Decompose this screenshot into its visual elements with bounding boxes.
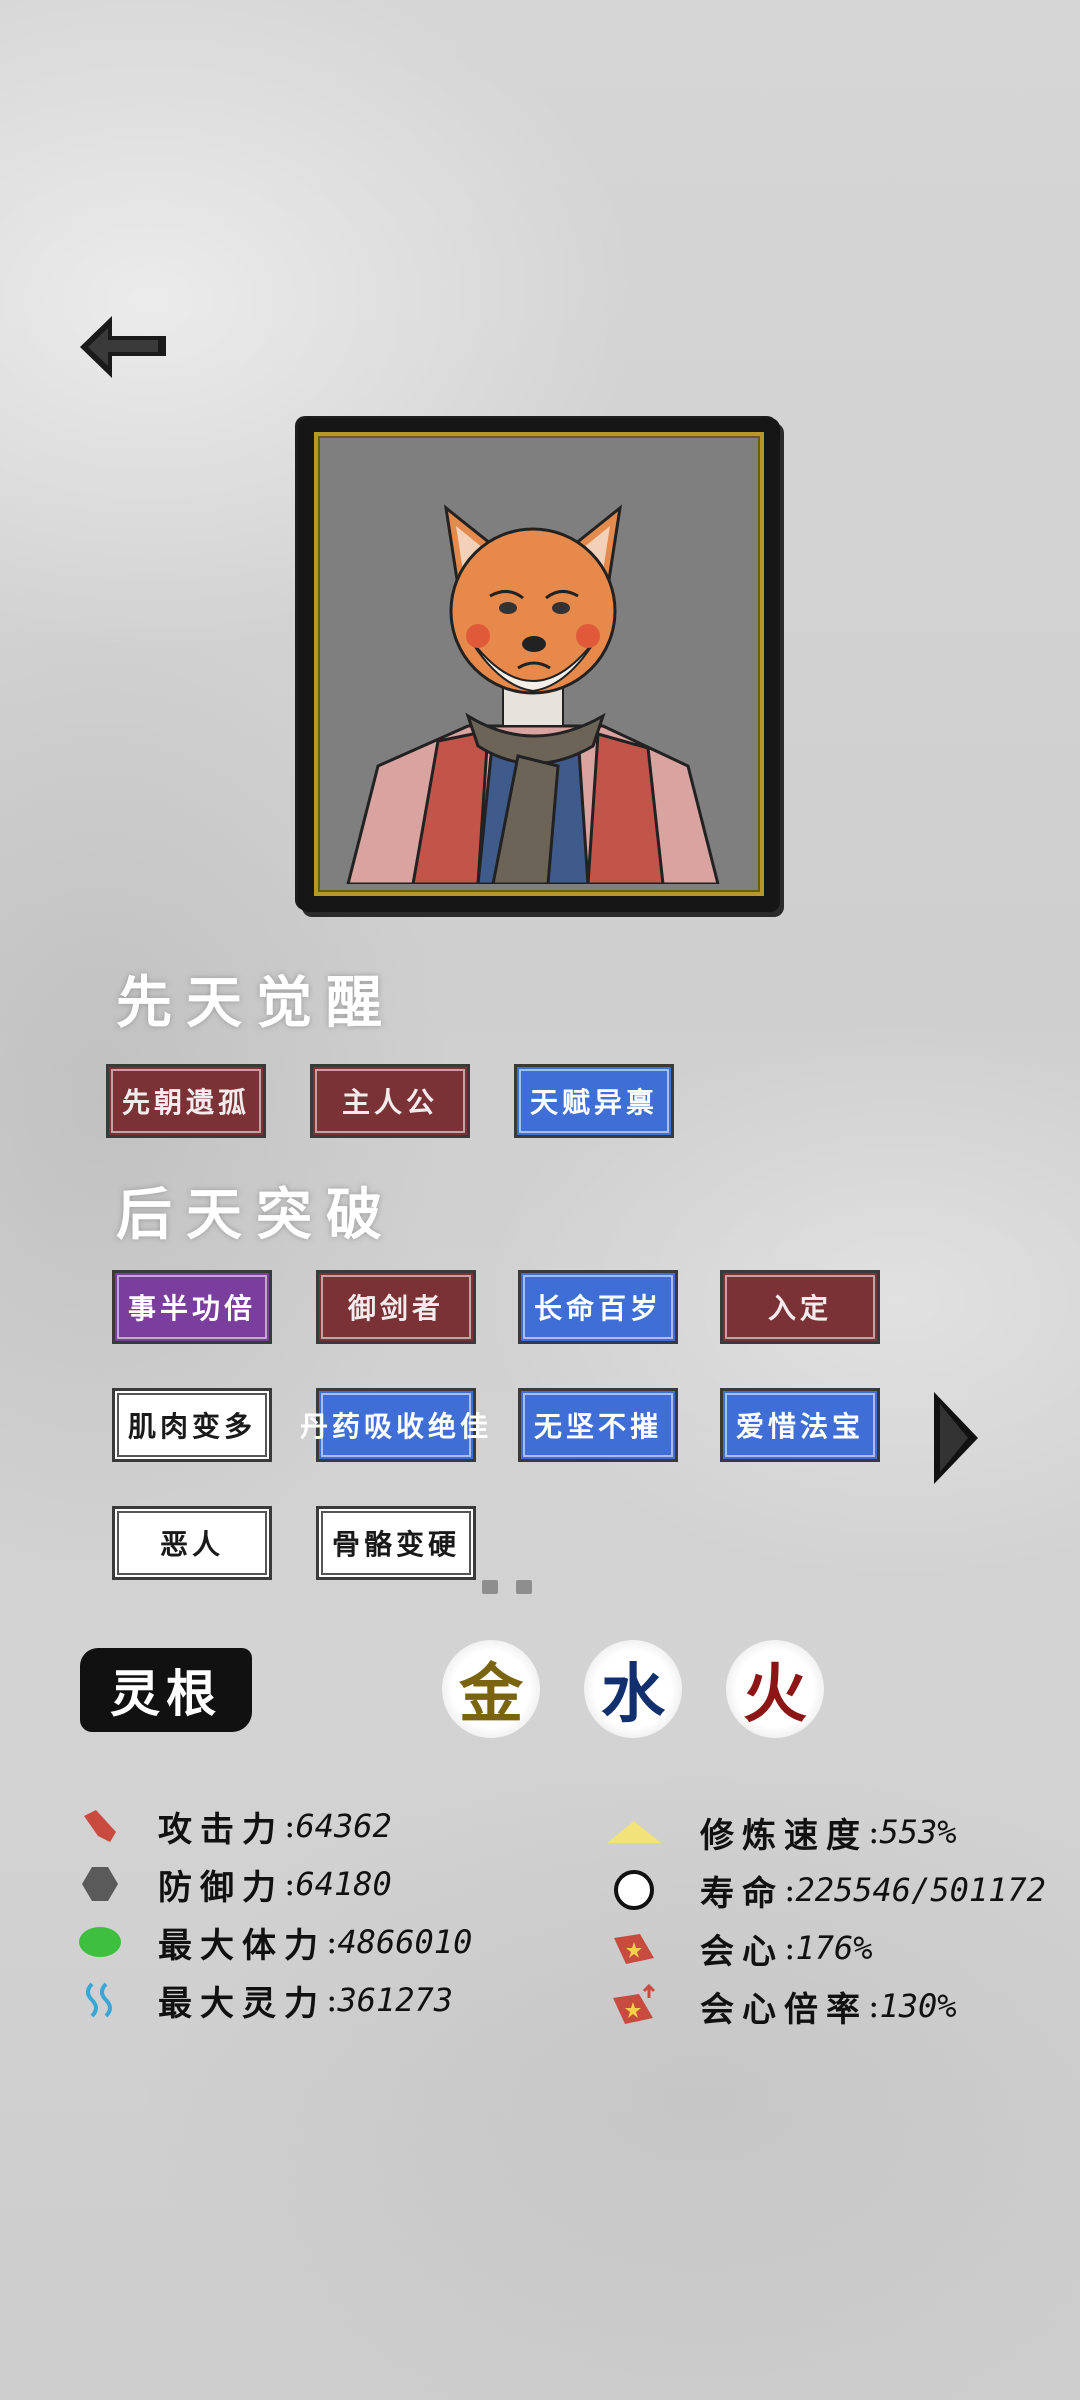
stat-label: 修炼速度 (700, 1815, 868, 1856)
stat-max-health: 最大体力:4866010 (78, 1916, 472, 1968)
element-fire: 火 (726, 1640, 824, 1738)
acquired-talent-tag[interactable]: 御剑者 (316, 1270, 476, 1344)
stat-label: 攻击力 (158, 1809, 284, 1850)
acquired-talent-tag[interactable]: 爱惜法宝 (720, 1388, 880, 1462)
stat-cultivation-speed: 修炼速度:553% (604, 1806, 1046, 1858)
stat-lifespan: 寿命:225546/501172 (604, 1864, 1046, 1916)
spirit-icon (78, 1978, 122, 2022)
stat-value: 225546/501172 (795, 1871, 1046, 1909)
acquired-talent-tag[interactable]: 恶人 (112, 1506, 272, 1580)
stat-label: 会心倍率 (700, 1989, 868, 2030)
innate-talent-tag[interactable]: 主人公 (310, 1064, 470, 1138)
defense-icon (78, 1862, 122, 1906)
element-char: 火 (743, 1657, 807, 1732)
acquired-talent-tag[interactable]: 无坚不摧 (518, 1388, 678, 1462)
stats-left-column: 攻击力:64362 防御力:64180 最大体力:4866010 最大灵力:36… (78, 1800, 472, 2026)
page-indicator-dot (516, 1580, 532, 1594)
back-arrow-icon[interactable] (78, 312, 168, 382)
stat-label: 最大体力 (158, 1925, 326, 1966)
acquired-talent-tag[interactable]: 长命百岁 (518, 1270, 678, 1344)
stat-critical-multiplier: 会心倍率:130% (604, 1980, 1046, 2032)
stat-value: 361273 (337, 1981, 454, 2019)
element-char: 金 (459, 1657, 523, 1732)
character-portrait-frame (298, 418, 780, 912)
stat-label: 寿命 (700, 1873, 784, 1914)
acquired-talent-tag[interactable]: 骨骼变硬 (316, 1506, 476, 1580)
critical-multiplier-icon (604, 1984, 664, 2028)
acquired-talent-tag[interactable]: 事半功倍 (112, 1270, 272, 1344)
stat-attack: 攻击力:64362 (78, 1800, 472, 1852)
acquired-talent-tag[interactable]: 丹药吸收绝佳 (300, 1388, 488, 1462)
innate-awakening-title: 先天觉醒 (116, 970, 396, 1036)
stat-label: 会心 (700, 1931, 784, 1972)
lifespan-icon (604, 1868, 664, 1912)
stat-label: 最大灵力 (158, 1983, 326, 2024)
element-char: 水 (601, 1657, 665, 1732)
acquired-talent-label: 丹药吸收绝佳 (300, 1410, 493, 1443)
stat-value: 553% (879, 1813, 957, 1851)
page-indicator-dot (482, 1580, 498, 1594)
innate-talent-tag[interactable]: 先朝遗孤 (106, 1064, 266, 1138)
acquired-breakthrough-title: 后天突破 (116, 1182, 396, 1248)
stat-max-spirit: 最大灵力:361273 (78, 1974, 472, 2026)
stat-defense: 防御力:64180 (78, 1858, 472, 1910)
stat-value: 64180 (295, 1865, 392, 1903)
health-icon (78, 1920, 122, 1964)
next-page-arrow-icon[interactable] (932, 1390, 980, 1486)
innate-talent-tag[interactable]: 天赋异禀 (514, 1064, 674, 1138)
stat-value: 176% (795, 1929, 873, 1967)
stat-label: 防御力 (158, 1867, 284, 1908)
spirit-root-badge: 灵根 (80, 1648, 252, 1732)
character-portrait (314, 432, 764, 896)
element-metal: 金 (442, 1640, 540, 1738)
cultivation-icon (604, 1810, 664, 1854)
attack-icon (78, 1804, 122, 1848)
stats-right-column: 修炼速度:553% 寿命:225546/501172 会心:176% 会心倍率:… (604, 1806, 1046, 2032)
stat-critical: 会心:176% (604, 1922, 1046, 1974)
stat-value: 130% (879, 1987, 957, 2025)
acquired-talent-tag[interactable]: 入定 (720, 1270, 880, 1344)
stat-value: 64362 (295, 1807, 392, 1845)
acquired-talent-tag[interactable]: 肌肉变多 (112, 1388, 272, 1462)
element-water: 水 (584, 1640, 682, 1738)
stat-value: 4866010 (337, 1923, 473, 1961)
critical-icon (604, 1926, 664, 1970)
